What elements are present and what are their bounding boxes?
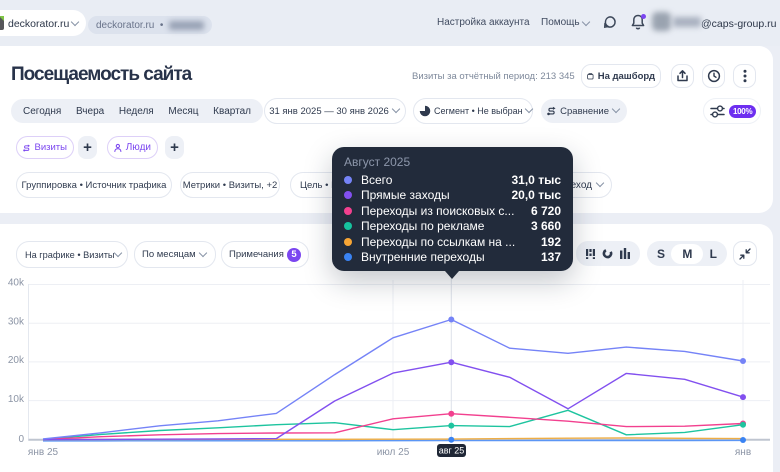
svg-text:июл 25: июл 25 <box>377 447 410 458</box>
svg-text:янв: янв <box>735 447 751 458</box>
svg-text:0: 0 <box>18 434 24 445</box>
svg-text:40k: 40k <box>8 278 25 289</box>
svg-text:20k: 20k <box>8 355 25 366</box>
svg-text:авг 25: авг 25 <box>439 446 465 456</box>
svg-text:10k: 10k <box>8 394 25 405</box>
svg-text:янв 25: янв 25 <box>28 447 59 458</box>
svg-text:30k: 30k <box>8 316 25 327</box>
